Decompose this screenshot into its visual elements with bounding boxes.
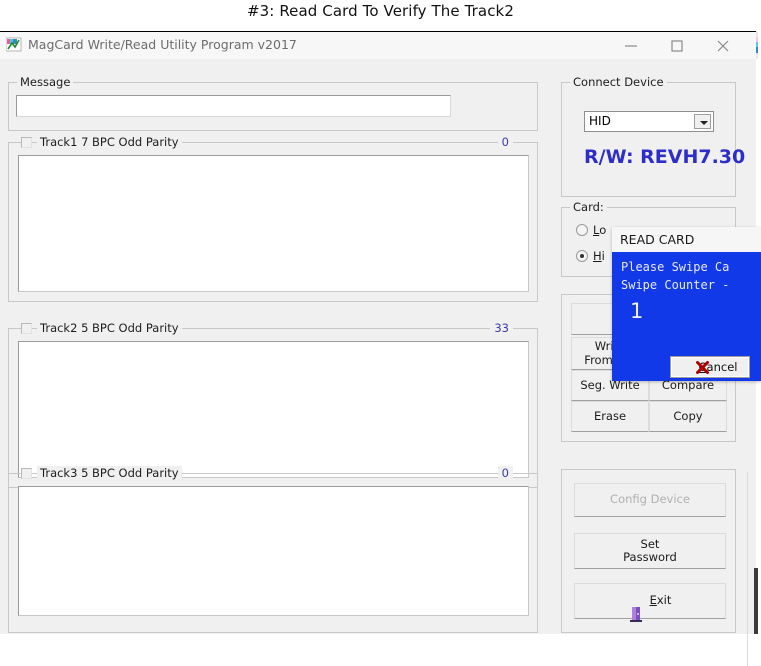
card-hi-co-label: Hi <box>593 249 605 263</box>
window-right-edge-line <box>747 472 748 666</box>
erase-button[interactable]: Erase <box>571 401 649 432</box>
track2-group-legend: Track2 5 BPC Odd Parity <box>37 321 182 335</box>
track1-checkbox[interactable] <box>21 137 32 148</box>
track3-count: 0 <box>497 466 513 480</box>
config-device-button[interactable]: Config Device <box>574 483 726 517</box>
bottom-buttons-group: Config Device Set Password Exit <box>561 469 736 633</box>
track2-checkbox[interactable] <box>21 323 32 334</box>
exit-door-icon <box>629 593 644 622</box>
read-card-dialog-titlebar: READ CARD <box>612 227 761 252</box>
track2-textarea[interactable] <box>18 341 529 478</box>
device-select-value: HID <box>589 114 611 128</box>
close-icon[interactable] <box>701 32 747 59</box>
track3-group: Track3 5 BPC Odd Parity 0 <box>8 466 538 633</box>
track2-group: Track2 5 BPC Odd Parity 33 <box>8 321 538 488</box>
card-group-legend: Card: <box>570 200 607 214</box>
exit-label: Exit <box>649 593 672 608</box>
swipe-counter-line: Swipe Counter - <box>621 278 730 292</box>
track1-group: Track1 7 BPC Odd Parity 0 <box>8 135 538 302</box>
track1-count: 0 <box>497 135 513 149</box>
erase-label: Erase <box>593 408 627 423</box>
read-card-dialog-body: Please Swipe Ca Swipe Counter - 1 Cancel <box>612 252 761 381</box>
read-card-dialog: READ CARD Please Swipe Ca Swipe Counter … <box>612 227 761 381</box>
card-lo-co-radio[interactable] <box>576 224 588 236</box>
track2-count: 33 <box>490 321 513 335</box>
track1-textarea[interactable] <box>18 155 529 292</box>
maximize-icon[interactable] <box>655 32 701 59</box>
connect-device-group: Connect Device HID R/W: REVH7.30 <box>561 75 745 197</box>
window-scrollbar-thumb[interactable] <box>754 568 758 634</box>
magcard-app-window: MagCard Write/Read Utility Program v2017… <box>0 31 761 666</box>
minimize-icon[interactable] <box>609 32 655 59</box>
read-card-dialog-title: READ CARD <box>620 232 695 247</box>
card-lo-co-label: Lo <box>593 223 607 237</box>
magcard-app-icon <box>5 37 22 53</box>
window-title: MagCard Write/Read Utility Program v2017 <box>28 37 297 52</box>
cancel-button[interactable]: Cancel <box>670 356 750 378</box>
figure-caption: #3: Read Card To Verify The Track2 <box>247 2 514 20</box>
copy-label: Copy <box>673 408 703 423</box>
device-select[interactable]: HID <box>584 111 714 132</box>
copy-button[interactable]: Copy <box>649 401 727 432</box>
connect-device-legend: Connect Device <box>570 75 667 89</box>
track3-group-legend: Track3 5 BPC Odd Parity <box>37 466 182 480</box>
set-password-label: Set Password <box>623 536 677 564</box>
swipe-prompt-line: Please Swipe Ca <box>621 260 730 274</box>
track1-group-legend: Track1 7 BPC Odd Parity <box>37 135 182 149</box>
track3-textarea[interactable] <box>18 486 529 616</box>
red-x-icon <box>680 361 709 374</box>
set-password-button[interactable]: Set Password <box>574 533 726 569</box>
message-input[interactable] <box>16 95 451 117</box>
config-device-label: Config Device <box>610 492 690 507</box>
track3-checkbox[interactable] <box>21 468 32 479</box>
swipe-counter-value: 1 <box>630 299 644 323</box>
rw-version-label: R/W: REVH7.30 <box>584 146 746 168</box>
message-group-legend: Message <box>17 75 74 89</box>
chevron-down-icon[interactable] <box>694 114 711 129</box>
window-titlebar: MagCard Write/Read Utility Program v2017 <box>0 32 756 59</box>
card-hi-co-radio[interactable] <box>576 250 588 262</box>
message-group: Message <box>8 75 538 131</box>
exit-button[interactable]: Exit <box>574 583 726 622</box>
